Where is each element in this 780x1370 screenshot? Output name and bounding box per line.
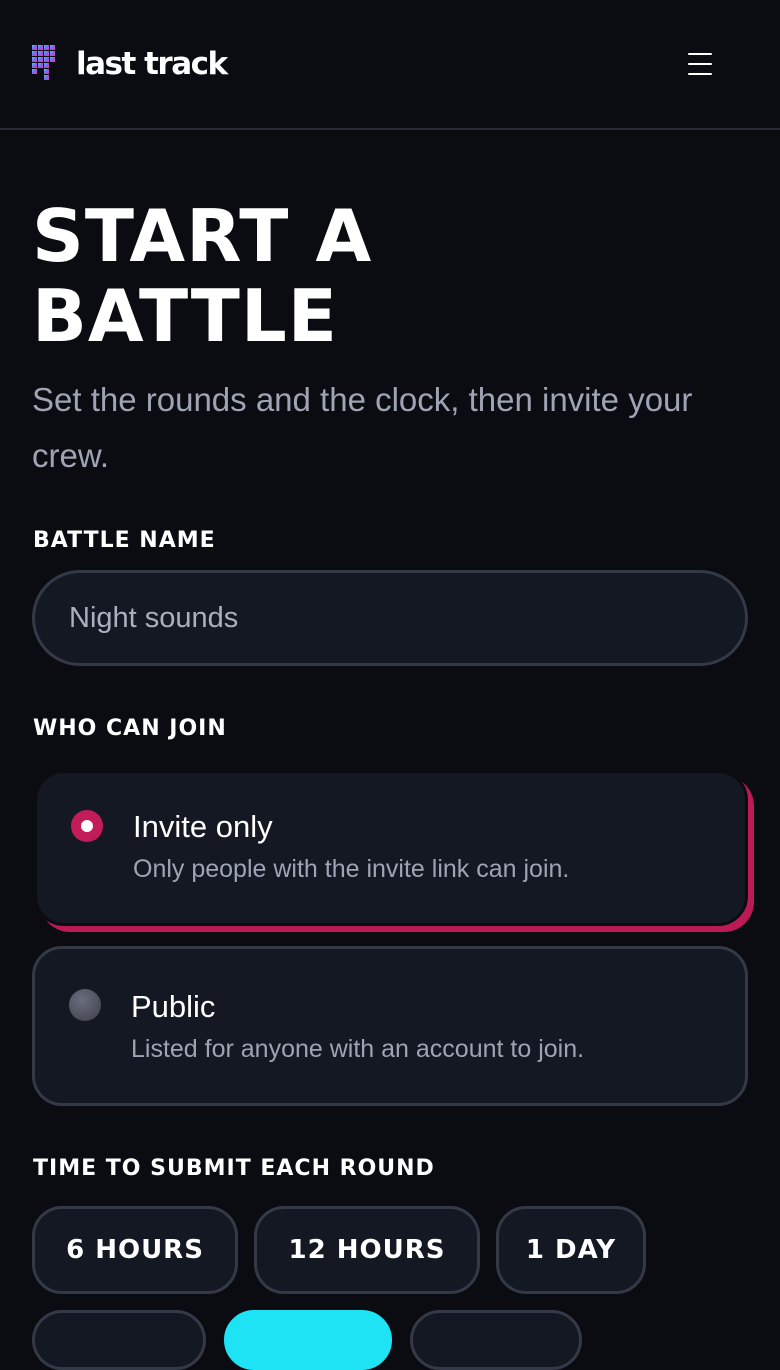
battle-name-input[interactable]: Night sounds	[32, 570, 748, 666]
logo-text: last track	[76, 46, 228, 82]
join-option-public[interactable]: Public Listed for anyone with an account…	[32, 946, 748, 1106]
chip-row2-2-selected[interactable]	[224, 1310, 392, 1370]
chip-6-hours[interactable]: 6 HOURS	[32, 1206, 238, 1294]
battle-name-label: BATTLE NAME	[33, 528, 216, 553]
chip-row2-1[interactable]	[32, 1310, 206, 1370]
chip-1-day[interactable]: 1 DAY	[496, 1206, 646, 1294]
hamburger-menu-icon[interactable]	[682, 48, 718, 80]
page-subtitle: Set the rounds and the clock, then invit…	[32, 381, 693, 474]
option-description: Only people with the invite link can joi…	[133, 855, 570, 883]
join-option-invite-only[interactable]: Invite only Only people with the invite …	[34, 770, 748, 926]
submit-time-label: TIME TO SUBMIT EACH ROUND	[33, 1156, 435, 1181]
option-title: Invite only	[133, 809, 273, 844]
who-can-join-label: WHO CAN JOIN	[33, 716, 227, 741]
logo[interactable]: last track	[32, 44, 228, 84]
chip-12-hours[interactable]: 12 HOURS	[254, 1206, 480, 1294]
top-bar: last track	[0, 0, 780, 130]
option-title: Public	[131, 989, 216, 1024]
page-title-line-2: BATTLE	[32, 274, 338, 358]
logo-mark-icon	[32, 45, 55, 80]
chip-row2-3[interactable]	[410, 1310, 582, 1370]
page-title-line-1: START A	[32, 194, 373, 278]
page-title: START A BATTLE	[32, 196, 752, 356]
option-description: Listed for anyone with an account to joi…	[131, 1035, 585, 1063]
radio-unselected-icon[interactable]	[69, 989, 101, 1021]
radio-selected-icon[interactable]	[71, 810, 103, 842]
